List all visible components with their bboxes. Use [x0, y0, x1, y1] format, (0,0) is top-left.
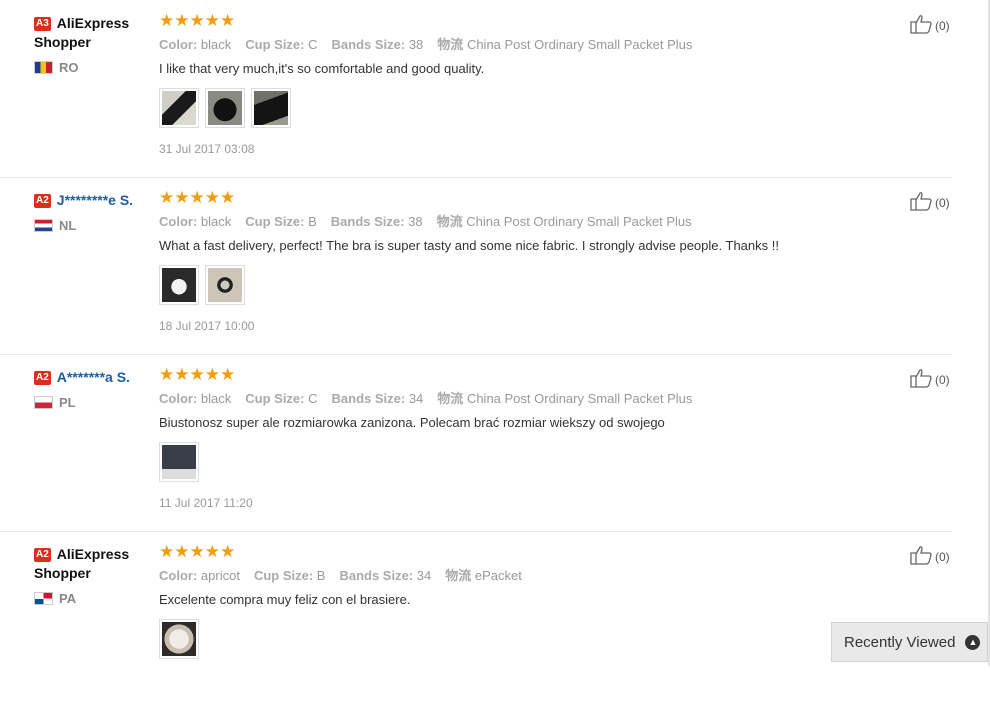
- review-content: ★★★★★ Color: black Cup Size: C Bands Size:…: [159, 365, 879, 510]
- review-text: Excelente compra muy feliz con el brasie…: [159, 592, 411, 607]
- star-rating: ★★★★★: [159, 11, 236, 30]
- recently-viewed-button[interactable]: Recently Viewed ▲: [831, 622, 988, 662]
- review-text: Biustonosz super ale rozmiarowka zanizon…: [159, 415, 665, 430]
- review-attributes: Color: black Cup Size: C Bands Size: 34 物流 …: [159, 388, 879, 407]
- review-photo[interactable]: [205, 265, 245, 305]
- review-attr: Color: black: [159, 214, 232, 229]
- review-attr: 物流 ePacket: [445, 568, 522, 583]
- review-attr: Bands Size: 38: [331, 37, 424, 52]
- thumbs-up-icon: [910, 368, 935, 391]
- review-item: A2 A*******a S. PL ★★★★★ Color: black Cup …: [0, 354, 952, 532]
- reviewer-info: A3 AliExpress Shopper RO: [34, 14, 158, 75]
- review-attr: Cup Size: C: [245, 391, 318, 406]
- review-attr: Color: black: [159, 391, 232, 406]
- reviewer-name: A2 AliExpress Shopper: [34, 546, 130, 581]
- helpful-button[interactable]: (0): [910, 545, 950, 568]
- helpful-count: (0): [935, 549, 950, 564]
- review-attr: 物流 China Post Ordinary Small Packet Plus: [437, 37, 693, 52]
- review-attr: Cup Size: C: [245, 37, 318, 52]
- country-flag-icon: [34, 219, 53, 232]
- star-rating: ★★★★★: [159, 542, 236, 561]
- review-attr: 物流 China Post Ordinary Small Packet Plus: [437, 391, 693, 406]
- review-content: ★★★★★ Color: black Cup Size: C Bands Size:…: [159, 11, 879, 156]
- review-photo[interactable]: [159, 619, 199, 659]
- reviewer-info: A2 AliExpress Shopper PA: [34, 545, 158, 606]
- review-photo[interactable]: [159, 88, 199, 128]
- country-flag-icon: [34, 61, 53, 74]
- reviewer-name[interactable]: A2 J********e S.: [34, 191, 158, 210]
- thumbs-up-icon: [910, 545, 935, 568]
- buyer-level-badge: A3: [34, 17, 51, 31]
- review-attributes: Color: black Cup Size: C Bands Size: 38 物流 …: [159, 34, 879, 53]
- recently-viewed-label: Recently Viewed: [844, 633, 956, 651]
- buyer-level-badge: A2: [34, 548, 51, 562]
- review-attr: Bands Size: 34: [339, 568, 432, 583]
- reviewer-info: A2 A*******a S. PL: [34, 368, 158, 410]
- helpful-button[interactable]: (0): [910, 191, 950, 214]
- helpful-button[interactable]: (0): [910, 14, 950, 37]
- review-date: 31 Jul 2017 03:08: [159, 142, 255, 156]
- reviewer-country: PA: [34, 591, 158, 606]
- helpful-button[interactable]: (0): [910, 368, 950, 391]
- review-item: A3 AliExpress Shopper RO ★★★★★ Color: bla…: [0, 0, 952, 178]
- buyer-level-badge: A2: [34, 371, 51, 385]
- review-photo[interactable]: [251, 88, 291, 128]
- review-photo[interactable]: [159, 442, 199, 482]
- review-attributes: Color: black Cup Size: B Bands Size: 38 物流 …: [159, 211, 879, 230]
- review-item: A2 AliExpress Shopper PA ★★★★★ Color: apr…: [0, 531, 952, 708]
- review-text: I like that very much,it's so comfortabl…: [159, 61, 485, 76]
- review-date: 18 Jul 2017 10:00: [159, 319, 255, 333]
- country-flag-icon: [34, 396, 53, 409]
- review-item: A2 J********e S. NL ★★★★★ Color: black Cup…: [0, 177, 952, 355]
- review-photo[interactable]: [205, 88, 245, 128]
- country-flag-icon: [34, 592, 53, 605]
- review-photos: [159, 619, 879, 659]
- review-attr: Bands Size: 38: [330, 214, 423, 229]
- chevron-up-icon: ▲: [965, 634, 981, 650]
- reviewer-country: NL: [34, 218, 158, 233]
- reviewer-country: PL: [34, 395, 158, 410]
- helpful-count: (0): [935, 18, 950, 33]
- review-photos: [159, 265, 879, 305]
- review-attr: Color: black: [159, 37, 232, 52]
- thumbs-up-icon: [910, 191, 935, 214]
- review-attr: Bands Size: 34: [331, 391, 424, 406]
- review-text: What a fast delivery, perfect! The bra i…: [159, 238, 779, 253]
- reviewer-name: A3 AliExpress Shopper: [34, 15, 130, 50]
- review-content: ★★★★★ Color: apricot Cup Size: B Bands Siz…: [159, 542, 879, 659]
- review-attr: 物流 China Post Ordinary Small Packet Plus: [436, 214, 692, 229]
- reviewer-info: A2 J********e S. NL: [34, 191, 158, 233]
- star-rating: ★★★★★: [159, 365, 236, 384]
- review-attr: Cup Size: B: [245, 214, 317, 229]
- review-photos: [159, 442, 879, 482]
- review-photos: [159, 88, 879, 128]
- helpful-count: (0): [935, 195, 950, 210]
- review-attr: Cup Size: B: [253, 568, 326, 583]
- reviewer-name[interactable]: A2 A*******a S.: [34, 368, 158, 387]
- reviewer-country: RO: [34, 60, 158, 75]
- review-content: ★★★★★ Color: black Cup Size: B Bands Size:…: [159, 188, 879, 333]
- review-attr: Color: apricot: [159, 568, 240, 583]
- review-attributes: Color: apricot Cup Size: B Bands Size: 34 物…: [159, 565, 879, 584]
- review-photo[interactable]: [159, 265, 199, 305]
- buyer-level-badge: A2: [34, 194, 51, 208]
- helpful-count: (0): [935, 372, 950, 387]
- star-rating: ★★★★★: [159, 188, 236, 207]
- review-date: 11 Jul 2017 11:20: [159, 496, 253, 510]
- thumbs-up-icon: [910, 14, 935, 37]
